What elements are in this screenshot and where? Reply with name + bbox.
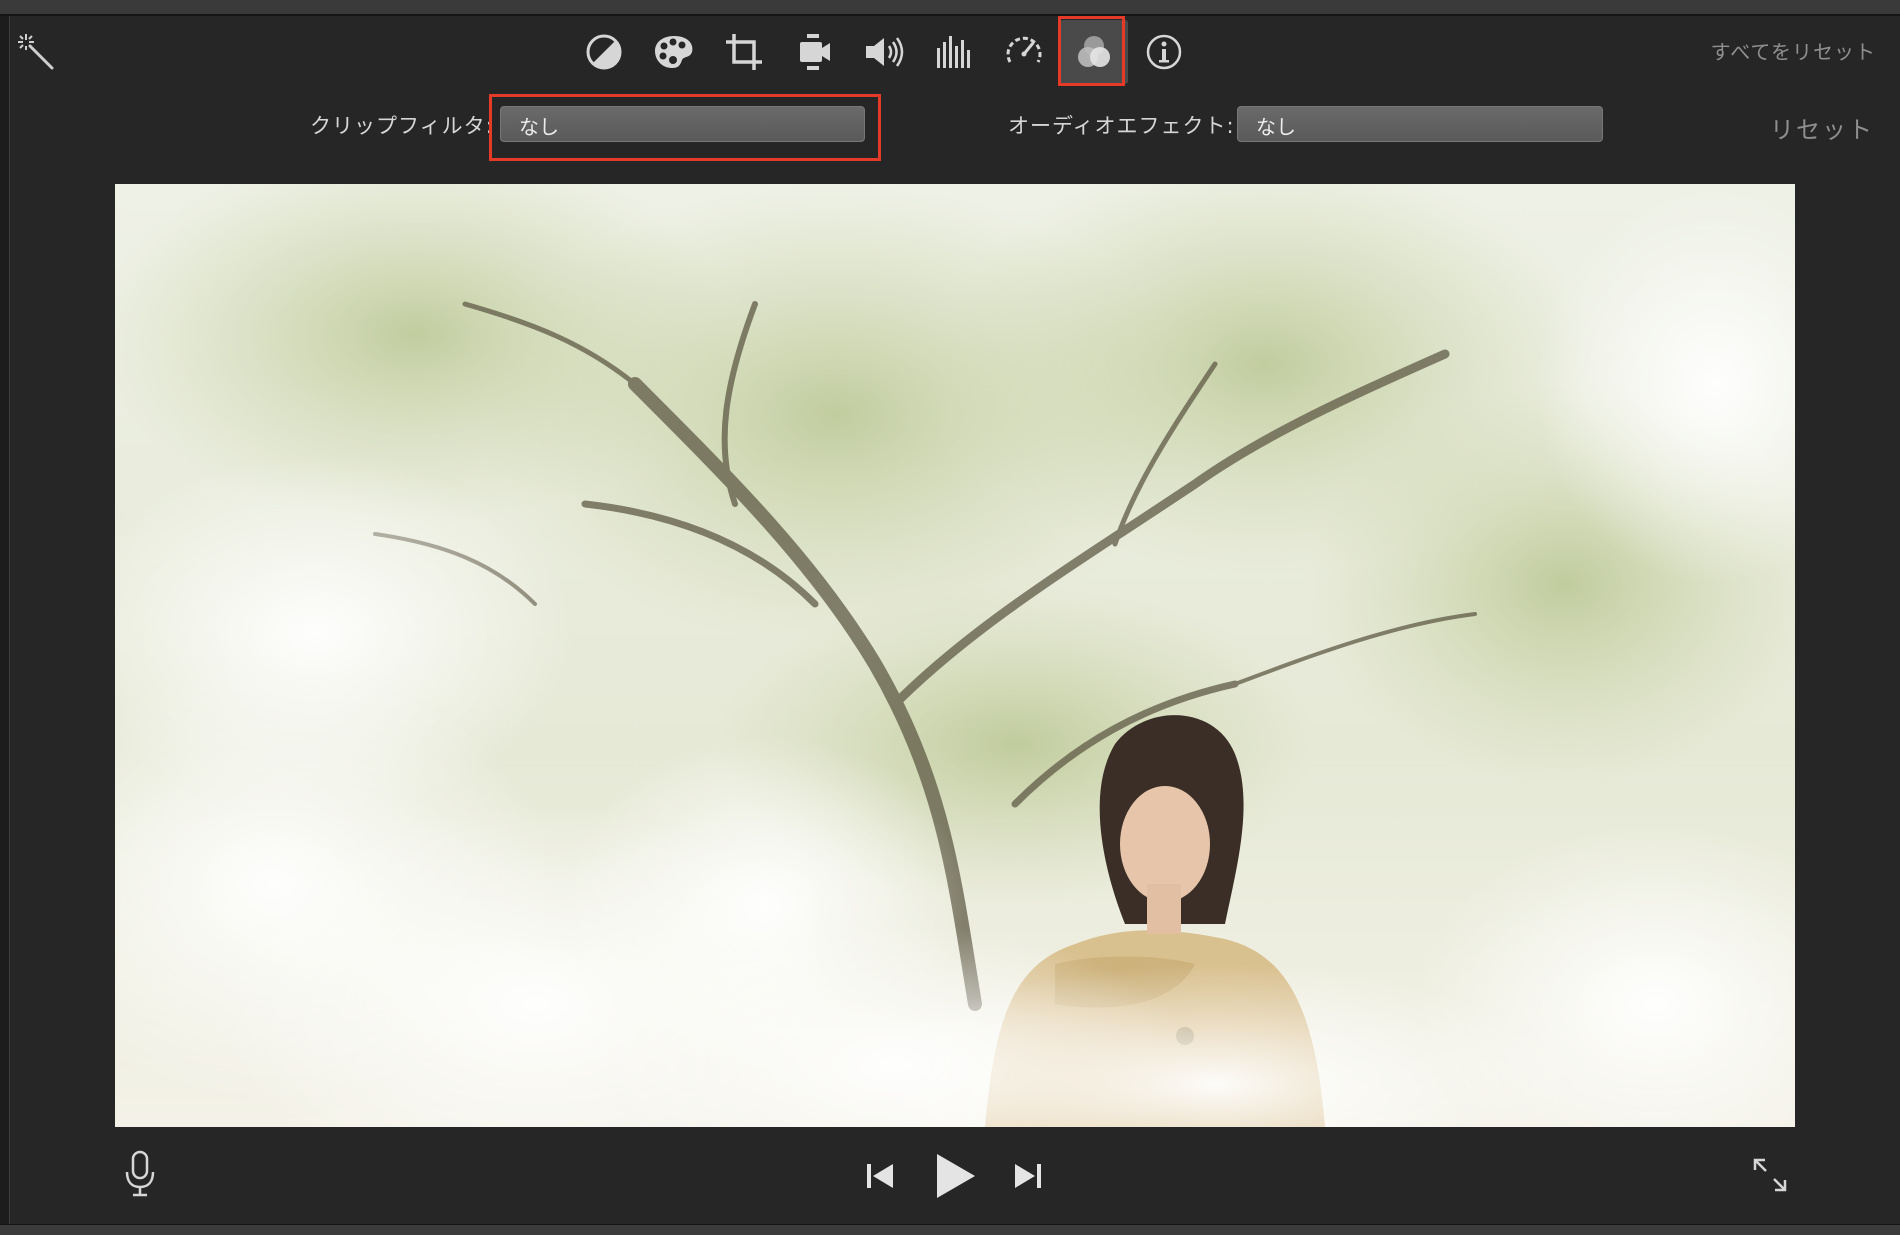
equalizer-button[interactable] xyxy=(920,20,988,84)
stabilization-icon xyxy=(800,34,830,70)
left-panel-edge xyxy=(0,16,10,1226)
magic-wand-icon xyxy=(18,34,54,70)
clip-info-button[interactable] xyxy=(1130,20,1198,84)
magic-wand-button[interactable] xyxy=(14,30,58,74)
noise-reduction-equalizer-icon xyxy=(937,36,970,68)
video-frame-image xyxy=(115,184,1795,1127)
crop-button[interactable] xyxy=(710,20,778,84)
fullscreen-button[interactable] xyxy=(1750,1155,1790,1199)
stabilization-button[interactable] xyxy=(780,20,848,84)
volume-button[interactable] xyxy=(850,20,918,84)
clip-filter-popup-highlight-box xyxy=(489,94,881,161)
clip-info-icon xyxy=(1146,34,1182,70)
fullscreen-expand-icon xyxy=(1753,1158,1787,1192)
skip-back-button[interactable] xyxy=(860,1148,900,1204)
color-correction-icon xyxy=(655,36,693,68)
color-correction-button[interactable] xyxy=(640,20,708,84)
reset-all-button[interactable]: すべてをリセット xyxy=(1711,36,1876,65)
play-button[interactable] xyxy=(930,1148,980,1204)
clip-filter-label: クリップフィルタ: xyxy=(310,114,494,138)
crop-icon xyxy=(726,34,762,70)
microphone-icon xyxy=(125,1150,155,1197)
skip-forward-button[interactable] xyxy=(1008,1148,1048,1204)
skip-forward-icon xyxy=(1015,1164,1041,1188)
video-viewer[interactable] xyxy=(115,184,1795,1127)
voiceover-button[interactable] xyxy=(122,1150,158,1202)
color-balance-button[interactable] xyxy=(570,20,638,84)
skip-back-icon xyxy=(867,1164,893,1188)
play-icon xyxy=(937,1154,975,1198)
audio-effect-popup[interactable]: なし xyxy=(1237,106,1603,142)
speed-icon xyxy=(1006,36,1042,63)
color-balance-icon xyxy=(586,34,622,70)
volume-icon xyxy=(866,37,904,67)
reset-button[interactable]: リセット xyxy=(1770,110,1874,145)
window-bottom-edge xyxy=(0,1224,1900,1235)
playback-controls xyxy=(860,1148,1050,1204)
window-top-edge xyxy=(0,0,1900,16)
clip-filter-highlight-box xyxy=(1058,16,1125,86)
speed-button[interactable] xyxy=(990,20,1058,84)
audio-effect-label: オーディオエフェクト: xyxy=(1008,114,1235,138)
